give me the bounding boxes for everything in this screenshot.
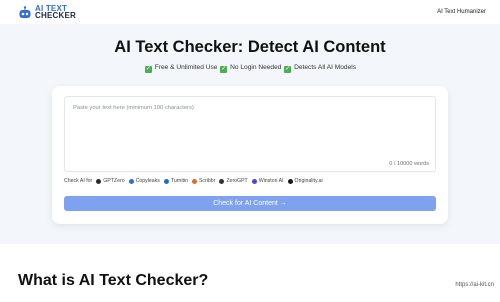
feature-item: Detects All AI Models [292, 64, 357, 71]
feature-item: No Login Needed [228, 64, 284, 71]
checker-list: Check AI for GPTZero Copyleaks Turnitin … [64, 178, 444, 184]
logo-line2: CHECKER [35, 11, 76, 20]
check-icon: ✓ [144, 66, 152, 73]
check-icon: ✓ [284, 66, 292, 73]
word-counter: 0 / 10000 words [389, 161, 429, 167]
checker-label: Check AI for [64, 178, 93, 184]
site-logo[interactable]: AI TEXT CHECKER [18, 5, 76, 20]
turnitin-icon [163, 178, 169, 184]
scribbr-icon [191, 178, 197, 184]
section-heading: What is AI Text Checker? [18, 272, 209, 289]
check-icon: ✓ [220, 66, 228, 73]
checker-scribbr: Scribbr [191, 178, 215, 184]
originality-ai-icon [287, 178, 293, 184]
feature-list: ✓ Free & Unlimited Use ✓ No Login Needed… [0, 64, 500, 73]
checker-copyleaks: Copyleaks [128, 178, 160, 184]
textarea-placeholder: Paste your text here (minimum 100 charac… [73, 105, 194, 111]
checker-gptzero: GPTZero [96, 178, 125, 184]
winston-ai-icon [251, 178, 257, 184]
checker-turnitin: Turnitin [163, 178, 188, 184]
checker-zerogpt: ZeroGPT [219, 178, 248, 184]
feature-item: Free & Unlimited Use [152, 64, 220, 71]
page-title: AI Text Checker: Detect AI Content [114, 38, 386, 56]
checker-winston-ai: Winston AI [251, 178, 284, 184]
robot-icon [19, 5, 31, 18]
top-navbar: AI TEXT CHECKER AI Text Humanizer [0, 0, 500, 24]
copyleaks-icon [128, 178, 134, 184]
zerogpt-icon [219, 178, 225, 184]
check-ai-content-button[interactable]: Check for AI Content → [64, 196, 436, 211]
gptzero-icon [96, 178, 102, 184]
checker-originality-ai: Originality.ai [287, 178, 323, 184]
watermark-text: https://ai-kit.cn [455, 282, 494, 288]
nav-ai-text-humanizer[interactable]: AI Text Humanizer [437, 9, 486, 15]
text-input-area[interactable]: Paste your text here (minimum 100 charac… [64, 96, 436, 172]
